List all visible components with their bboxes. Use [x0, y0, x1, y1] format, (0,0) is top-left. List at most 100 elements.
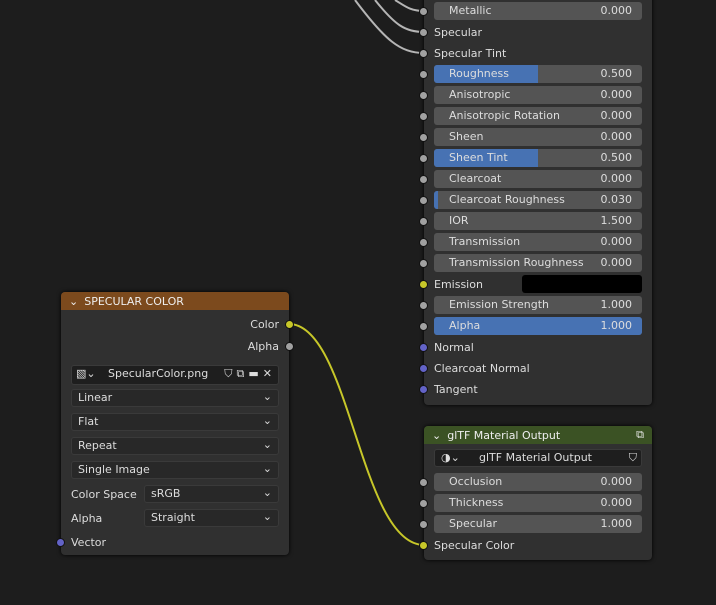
- thickness-slider[interactable]: Thickness 0.000: [434, 494, 642, 512]
- alpha-socket[interactable]: [419, 322, 428, 331]
- occlusion-socket[interactable]: [419, 478, 428, 487]
- clearcoat-slider[interactable]: Clearcoat 0.000: [434, 170, 642, 188]
- slider-label: Roughness: [449, 67, 510, 80]
- slider-fill: [434, 191, 438, 209]
- clearcoat-roughness-slider[interactable]: Clearcoat Roughness 0.030: [434, 191, 642, 209]
- fake-user-shield-icon[interactable]: ⛉: [629, 451, 637, 465]
- transmission-roughness-slider[interactable]: Transmission Roughness 0.000: [434, 254, 642, 272]
- thickness-socket[interactable]: [419, 499, 428, 508]
- image-browse-icon[interactable]: ▧⌄: [76, 367, 96, 380]
- anisotropic-slider[interactable]: Anisotropic 0.000: [434, 86, 642, 104]
- occlusion-slider[interactable]: Occlusion 0.000: [434, 473, 642, 491]
- color-space-label: Color Space: [71, 488, 137, 501]
- unlink-x-icon[interactable]: ✕: [263, 367, 276, 380]
- slider-value: 0.500: [600, 67, 633, 80]
- metallic-socket[interactable]: [419, 7, 428, 16]
- specular-slider[interactable]: Specular 1.000: [434, 515, 642, 533]
- anisotropic-socket[interactable]: [419, 91, 428, 100]
- slider-label: Clearcoat Roughness: [449, 193, 565, 206]
- source-dropdown[interactable]: Single Image ⌄: [71, 461, 279, 479]
- input-row-metallic: Metallic 0.000: [419, 2, 652, 20]
- input-row-emission-strength: Emission Strength 1.000: [419, 296, 652, 314]
- input-row-occlusion: Occlusion 0.000: [419, 473, 652, 491]
- link-specular-tint: [354, 0, 425, 54]
- collapse-icon[interactable]: ⌄: [69, 295, 78, 308]
- input-row-thickness: Thickness 0.000: [419, 494, 652, 512]
- collapse-icon[interactable]: ⌄: [432, 429, 441, 442]
- emission-color-swatch[interactable]: [522, 275, 642, 293]
- node-tree-icon[interactable]: ◑⌄: [441, 451, 460, 464]
- sheen-socket[interactable]: [419, 133, 428, 142]
- specular-tint-socket[interactable]: [419, 49, 428, 58]
- clearcoat-roughness-socket[interactable]: [419, 196, 428, 205]
- tangent-socket[interactable]: [419, 385, 428, 394]
- clearcoat-socket[interactable]: [419, 175, 428, 184]
- node-group-icon[interactable]: ⧉: [636, 428, 644, 442]
- emission-strength-slider[interactable]: Emission Strength 1.000: [434, 296, 642, 314]
- projection-dropdown[interactable]: Flat ⌄: [71, 413, 279, 431]
- slider-value: 1.000: [600, 319, 633, 332]
- image-texture-node[interactable]: ⌄ SPECULAR COLOR Color Alpha ▧⌄ Specular…: [56, 292, 294, 555]
- alpha-mode-dropdown[interactable]: Straight ⌄: [144, 509, 279, 527]
- socket-label: Emission: [434, 277, 483, 291]
- node-group-selector[interactable]: ◑⌄ glTF Material Output ⛉: [434, 449, 642, 467]
- emission-socket[interactable]: [419, 280, 428, 289]
- socket-label: Specular Color: [434, 538, 515, 552]
- ior-socket[interactable]: [419, 217, 428, 226]
- gltf-output-node[interactable]: ⌄ glTF Material Output ⧉ ◑⌄ glTF Materia…: [419, 426, 652, 560]
- vector-input-socket[interactable]: [56, 538, 65, 547]
- color-space-dropdown[interactable]: sRGB ⌄: [144, 485, 279, 503]
- open-folder-icon[interactable]: ▬: [248, 367, 262, 380]
- alpha-slider[interactable]: Alpha 1.000: [434, 317, 642, 335]
- input-row-anisotropic: Anisotropic 0.000: [419, 86, 652, 104]
- input-row-specular: Specular: [419, 23, 652, 41]
- metallic-slider[interactable]: Metallic 0.000: [434, 2, 642, 20]
- fake-user-shield-icon[interactable]: ⛉: [224, 367, 236, 380]
- specular-socket[interactable]: [419, 28, 428, 37]
- duplicate-icon[interactable]: ⧉: [237, 367, 249, 380]
- normal-socket[interactable]: [419, 343, 428, 352]
- specular-socket[interactable]: [419, 520, 428, 529]
- specular-color-socket[interactable]: [419, 541, 428, 550]
- input-row-specular-color: Specular Color: [419, 536, 652, 554]
- emission-strength-socket[interactable]: [419, 301, 428, 310]
- input-row-sheen: Sheen 0.000: [419, 128, 652, 146]
- principled-bsdf-node[interactable]: Metallic 0.000 Specular Specular Tint Roughn…: [419, 0, 652, 405]
- interpolation-dropdown[interactable]: Linear ⌄: [71, 389, 279, 407]
- output-color-label: Color: [250, 317, 279, 331]
- color-output-socket[interactable]: [285, 320, 294, 329]
- node-header[interactable]: ⌄ glTF Material Output ⧉: [424, 426, 652, 444]
- slider-label: Metallic: [449, 4, 492, 17]
- transmission-socket[interactable]: [419, 238, 428, 247]
- sheen-slider[interactable]: Sheen 0.000: [434, 128, 642, 146]
- transmission-roughness-socket[interactable]: [419, 259, 428, 268]
- roughness-socket[interactable]: [419, 70, 428, 79]
- slider-value: 0.000: [600, 4, 633, 17]
- input-row-clearcoat: Clearcoat 0.000: [419, 170, 652, 188]
- node-header[interactable]: ⌄ SPECULAR COLOR: [61, 292, 289, 310]
- roughness-slider[interactable]: Roughness 0.500: [434, 65, 642, 83]
- sheen-tint-slider[interactable]: Sheen Tint 0.500: [434, 149, 642, 167]
- slider-value: 1.000: [600, 298, 633, 311]
- image-name-field[interactable]: SpecularColor.png: [108, 367, 208, 380]
- clearcoat-normal-socket[interactable]: [419, 364, 428, 373]
- anisotropic-rotation-slider[interactable]: Anisotropic Rotation 0.000: [434, 107, 642, 125]
- node-title: glTF Material Output: [447, 428, 561, 442]
- input-row-emission: Emission: [419, 275, 652, 293]
- sheen-tint-socket[interactable]: [419, 154, 428, 163]
- input-row-specular: Specular 1.000: [419, 515, 652, 533]
- anisotropic-rotation-socket[interactable]: [419, 112, 428, 121]
- slider-value: 0.000: [600, 496, 633, 509]
- alpha-output-socket[interactable]: [285, 342, 294, 351]
- transmission-slider[interactable]: Transmission 0.000: [434, 233, 642, 251]
- slider-label: Transmission Roughness: [449, 256, 584, 269]
- extension-dropdown[interactable]: Repeat ⌄: [71, 437, 279, 455]
- image-selector[interactable]: ▧⌄ SpecularColor.png ⛉⧉▬✕: [71, 365, 279, 385]
- slider-value: 0.000: [600, 172, 633, 185]
- slider-value: 0.000: [600, 235, 633, 248]
- slider-label: Sheen: [449, 130, 484, 143]
- ior-slider[interactable]: IOR 1.500: [434, 212, 642, 230]
- slider-label: Transmission: [449, 235, 521, 248]
- group-name-field[interactable]: glTF Material Output: [479, 451, 592, 464]
- input-row-transmission: Transmission 0.000: [419, 233, 652, 251]
